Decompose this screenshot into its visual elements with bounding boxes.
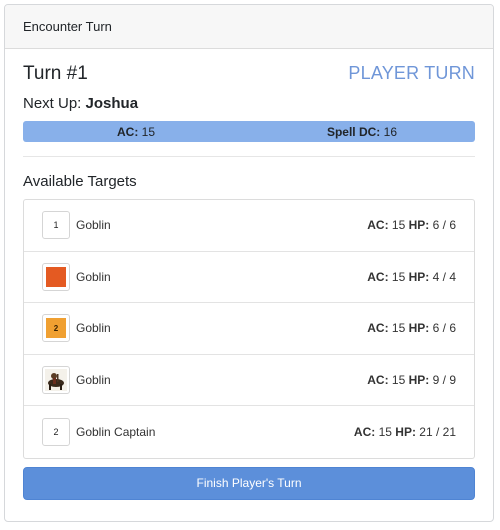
player-ac-value: 15 [141,124,156,139]
target-ac-label: AC: [367,269,389,284]
player-spell-dc-value: 16 [383,124,398,139]
turn-number: Turn #1 [23,63,88,84]
target-ac-label: AC: [353,425,376,440]
player-stats-bar: AC: 15 Spell DC: 16 [23,121,475,142]
target-hp-label: HP: [395,425,416,440]
card-title: Encounter Turn [23,19,112,34]
target-token [42,366,70,395]
orange-token-icon [46,266,66,287]
target-hp-value: 21 / 21 [419,425,456,440]
target-hp-value: 6 / 6 [432,321,456,336]
token-number: 1 [53,220,59,231]
target-token: 2 [42,418,70,447]
player-spell-dc-label: Spell DC: [326,124,381,139]
divider [23,156,475,157]
next-up: Next Up: Joshua [23,95,475,117]
finish-turn-button[interactable]: Finish Player's Turn [23,466,475,500]
target-item[interactable]: Goblin AC: 15 HP: 4 / 4 [24,252,474,304]
target-item[interactable]: 2 Goblin Captain AC: 15 HP: 21 / 21 [24,406,474,458]
target-ac-value: 15 [391,218,406,233]
card-header: Encounter Turn [5,5,493,49]
target-list: 1 Goblin AC: 15 HP: 6 / 6 Goblin AC: 15 [23,199,475,459]
target-ac-value: 15 [391,269,406,284]
token-number: 2 [53,427,59,438]
target-item[interactable]: 2 Goblin AC: 15 HP: 6 / 6 [24,303,474,355]
target-ac-label: AC: [367,321,389,336]
target-ac-label: AC: [367,373,389,388]
targets-title: Available Targets [23,173,137,190]
target-ac-value: 15 [391,373,406,388]
goblin-portrait-icon [45,369,67,392]
next-up-name: Joshua [85,95,139,112]
target-item[interactable]: Goblin AC: 15 HP: 9 / 9 [24,355,474,407]
target-stats: AC: 15 HP: 21 / 21 [354,425,456,439]
target-hp-value: 4 / 4 [432,269,456,284]
target-token [42,262,70,291]
target-name: Goblin [76,321,111,336]
turn-row: Turn #1 PLAYER TURN [23,63,475,93]
target-hp-label: HP: [408,269,430,284]
target-name: Goblin Captain [76,425,156,440]
player-ac: AC: 15 [23,125,249,139]
target-ac-value: 15 [391,321,406,336]
player-spell-dc: Spell DC: 16 [249,125,475,139]
turn-status: PLAYER TURN [348,63,475,83]
player-ac-label: AC: [116,124,139,139]
target-name: Goblin [76,269,111,284]
encounter-turn-card: Encounter Turn Turn #1 PLAYER TURN Next … [4,4,494,522]
target-hp-label: HP: [408,218,430,233]
target-stats: AC: 15 HP: 4 / 4 [367,270,456,284]
target-item[interactable]: 1 Goblin AC: 15 HP: 6 / 6 [24,200,474,252]
card-body: Turn #1 PLAYER TURN Next Up: Joshua AC: … [5,49,493,500]
token-number: 2 [53,323,59,333]
target-stats: AC: 15 HP: 6 / 6 [367,218,456,232]
target-stats: AC: 15 HP: 6 / 6 [367,321,456,335]
target-name: Goblin [76,373,111,388]
target-ac-value: 15 [378,425,392,440]
target-hp-label: HP: [408,373,430,388]
target-token: 1 [42,211,70,240]
next-up-label: Next Up: [23,95,82,112]
target-hp-value: 9 / 9 [432,373,456,388]
target-stats: AC: 15 HP: 9 / 9 [367,373,456,387]
amber-token-icon: 2 [46,318,66,339]
target-hp-value: 6 / 6 [432,218,456,233]
target-name: Goblin [76,218,111,233]
target-hp-label: HP: [408,321,430,336]
target-ac-label: AC: [367,218,389,233]
target-token: 2 [42,314,70,343]
